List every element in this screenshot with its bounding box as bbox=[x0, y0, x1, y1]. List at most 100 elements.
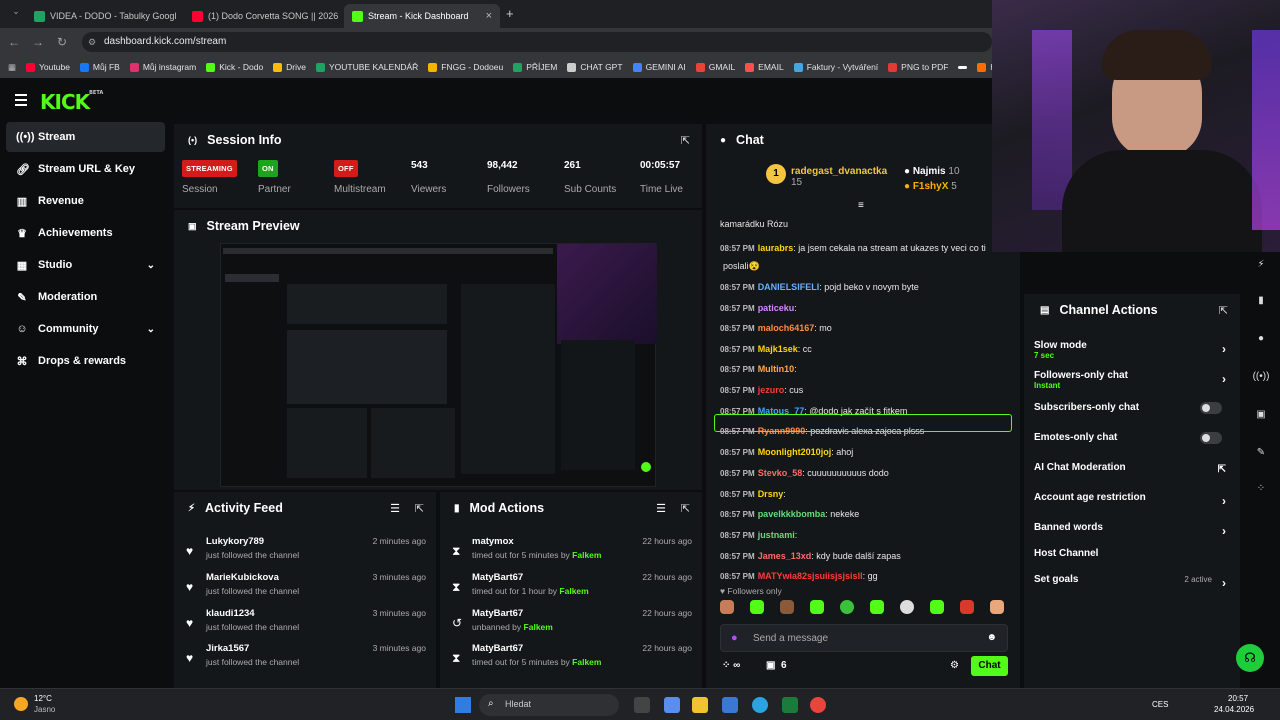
bookmark-email[interactable]: EMAIL bbox=[745, 62, 784, 72]
expand-icon[interactable]: ⇱ bbox=[681, 502, 690, 515]
kick-logo[interactable]: KICKBETA bbox=[40, 90, 103, 114]
leaderboard-third[interactable]: ● F1shyX 5 bbox=[904, 181, 957, 192]
sidebar-item-drops[interactable]: ⌘ Drops & rewards bbox=[6, 346, 165, 376]
moderator-name[interactable]: Falkem bbox=[572, 550, 601, 560]
menu-icon[interactable] bbox=[15, 94, 27, 106]
bookmark-youtube[interactable]: Youtube bbox=[26, 62, 70, 72]
bookmark-png-to-pdf[interactable]: PNG to PDF bbox=[888, 62, 948, 72]
emote-face-icon[interactable] bbox=[780, 600, 794, 614]
bookmark-fngg[interactable]: FNGG - Dodoeu bbox=[428, 62, 503, 72]
leaderboard-first[interactable]: radegast_dvanactka 15 bbox=[791, 166, 887, 188]
bookmark-fb[interactable]: Můj FB bbox=[79, 62, 120, 72]
emote-green-icon[interactable] bbox=[930, 600, 944, 614]
store-icon[interactable] bbox=[722, 697, 738, 713]
forward-icon[interactable]: → bbox=[26, 35, 50, 49]
message-user[interactable]: Majk1sek bbox=[758, 344, 798, 354]
message-user[interactable]: James_13xd bbox=[758, 551, 812, 561]
bookmark-kick[interactable]: Kick - Dodo bbox=[206, 62, 263, 72]
lightning-icon[interactable]: ⚡︎ bbox=[1252, 256, 1270, 274]
sidebar-item-achievements[interactable]: ♛ Achievements bbox=[6, 218, 165, 248]
activity-user[interactable]: Jirka1567 bbox=[206, 643, 249, 654]
terminal-icon[interactable] bbox=[782, 697, 798, 713]
back-icon[interactable]: ← bbox=[2, 35, 26, 49]
expand-icon[interactable]: ⇱ bbox=[415, 502, 424, 515]
close-tab-icon[interactable]: × bbox=[181, 10, 182, 22]
bookmark-instagram[interactable]: Můj instagram bbox=[129, 62, 196, 72]
clock-date[interactable]: 24.04.2026 bbox=[1214, 705, 1254, 714]
bookmark-gmail[interactable]: GMAIL bbox=[695, 62, 735, 72]
message-user[interactable]: DANIELSIFELI bbox=[758, 282, 820, 292]
emote-green-icon[interactable] bbox=[750, 600, 764, 614]
channel-action-followers-only-chat[interactable]: Followers-only chat Instant › bbox=[1034, 370, 1226, 390]
channel-action-banned-words[interactable]: Banned words › bbox=[1034, 522, 1226, 538]
filter-icon[interactable]: ☰ bbox=[656, 502, 666, 515]
emote-green-icon[interactable] bbox=[870, 600, 884, 614]
tab-list-icon[interactable]: ⌄ bbox=[4, 6, 28, 17]
file-explorer-icon[interactable] bbox=[692, 697, 708, 713]
site-info-icon[interactable]: ⚙ bbox=[88, 32, 96, 52]
emote-face-icon[interactable] bbox=[720, 600, 734, 614]
channel-action-emotes-only-chat[interactable]: Emotes-only chat bbox=[1034, 432, 1224, 444]
browser-tab-kick[interactable]: Stream - Kick Dashboard × bbox=[344, 4, 500, 28]
activity-user[interactable]: MarieKubickova bbox=[206, 572, 279, 583]
message-user[interactable]: Stevko_58 bbox=[758, 468, 803, 478]
message-user[interactable]: MATYwia82sjsuiisjsjsisll bbox=[758, 571, 863, 581]
support-chat-icon[interactable]: ☊ bbox=[1236, 644, 1264, 672]
mod-target-user[interactable]: MatyBart67 bbox=[472, 643, 523, 654]
reload-icon[interactable]: ↻ bbox=[50, 35, 74, 49]
expand-icon[interactable]: ⇱ bbox=[1219, 304, 1228, 317]
emote-ball-icon[interactable] bbox=[840, 600, 854, 614]
task-view-icon[interactable] bbox=[634, 697, 650, 713]
people-icon[interactable]: ⁘ bbox=[1252, 480, 1270, 498]
browser-tab-youtube[interactable]: (1) Dodo Corvetta SONG || 2026 × bbox=[184, 4, 340, 28]
collapse-icon[interactable]: ≡ bbox=[858, 200, 864, 211]
message-user[interactable]: Moonlight2010joj bbox=[758, 447, 832, 457]
language-indicator[interactable]: CES bbox=[1152, 700, 1168, 709]
stream-preview-video[interactable] bbox=[220, 243, 657, 487]
message-user[interactable]: paticeku bbox=[758, 303, 795, 313]
gift-indicator[interactable]: ▣ 6 bbox=[766, 660, 787, 671]
activity-user[interactable]: klaudi1234 bbox=[206, 608, 255, 619]
leaderboard-second[interactable]: ● Najmis 10 bbox=[904, 166, 960, 177]
send-chat-button[interactable]: Chat bbox=[971, 656, 1008, 676]
chat-icon[interactable]: ● bbox=[1252, 330, 1270, 348]
channel-action-subscribers-only-chat[interactable]: Subscribers-only chat bbox=[1034, 402, 1224, 414]
sidebar-item-moderation[interactable]: ✎ Moderation bbox=[6, 282, 165, 312]
toggle-switch[interactable] bbox=[1200, 402, 1222, 414]
message-user[interactable]: laurabrs bbox=[758, 243, 794, 253]
moderator-name[interactable]: Falkem bbox=[559, 586, 588, 596]
emote-hand-icon[interactable] bbox=[990, 600, 1004, 614]
moderator-name[interactable]: Falkem bbox=[572, 657, 601, 667]
wrench-icon[interactable]: ✎ bbox=[1252, 444, 1270, 462]
url-input[interactable]: ⚙ dashboard.kick.com/stream bbox=[82, 32, 992, 52]
browser-tab-sheets[interactable]: VIDEA - DODO - Tabulky Googl × bbox=[26, 4, 182, 28]
mod-target-user[interactable]: MatyBart67 bbox=[472, 572, 523, 583]
bookmark-faktury[interactable]: Faktury - Vytváření bbox=[793, 62, 878, 72]
new-tab-icon[interactable]: + bbox=[506, 6, 514, 21]
emoji-icon[interactable]: ☻ bbox=[986, 632, 997, 643]
emote-angry-icon[interactable] bbox=[960, 600, 974, 614]
document-icon[interactable]: ▮ bbox=[1252, 292, 1270, 310]
channel-action-account-age-restriction[interactable]: Account age restriction › bbox=[1034, 492, 1226, 508]
message-user[interactable]: maloch64167 bbox=[758, 323, 815, 333]
apps-icon[interactable]: ▦ bbox=[8, 62, 16, 73]
toggle-switch[interactable] bbox=[1200, 432, 1222, 444]
bookmark-unnamed[interactable] bbox=[958, 65, 968, 69]
moderator-name[interactable]: Falkem bbox=[524, 622, 553, 632]
broadcast-icon[interactable]: ((•)) bbox=[1252, 368, 1270, 386]
channel-action-set-goals[interactable]: Set goals › 2 active bbox=[1034, 574, 1226, 590]
windows-start-icon[interactable] bbox=[455, 697, 471, 713]
emote-green-icon[interactable] bbox=[810, 600, 824, 614]
message-user[interactable]: pavelkkkbomba bbox=[758, 509, 826, 519]
message-user[interactable]: Drsny bbox=[758, 489, 784, 499]
message-user[interactable]: justnami bbox=[758, 530, 795, 540]
activity-user[interactable]: Lukykory789 bbox=[206, 536, 264, 547]
video-icon[interactable]: ▣ bbox=[1252, 406, 1270, 424]
sidebar-item-community[interactable]: ☺ Community ⌄ bbox=[6, 314, 165, 344]
sidebar-item-studio[interactable]: ▦ Studio ⌄ bbox=[6, 250, 165, 280]
channel-action-slow-mode[interactable]: Slow mode 7 sec › bbox=[1034, 340, 1226, 360]
expand-icon[interactable]: ⇱ bbox=[681, 134, 690, 147]
chat-input[interactable]: ● Send a message ☻ bbox=[720, 624, 1008, 652]
message-user[interactable]: Multin10 bbox=[758, 364, 795, 374]
filter-icon[interactable]: ☰ bbox=[390, 502, 400, 515]
